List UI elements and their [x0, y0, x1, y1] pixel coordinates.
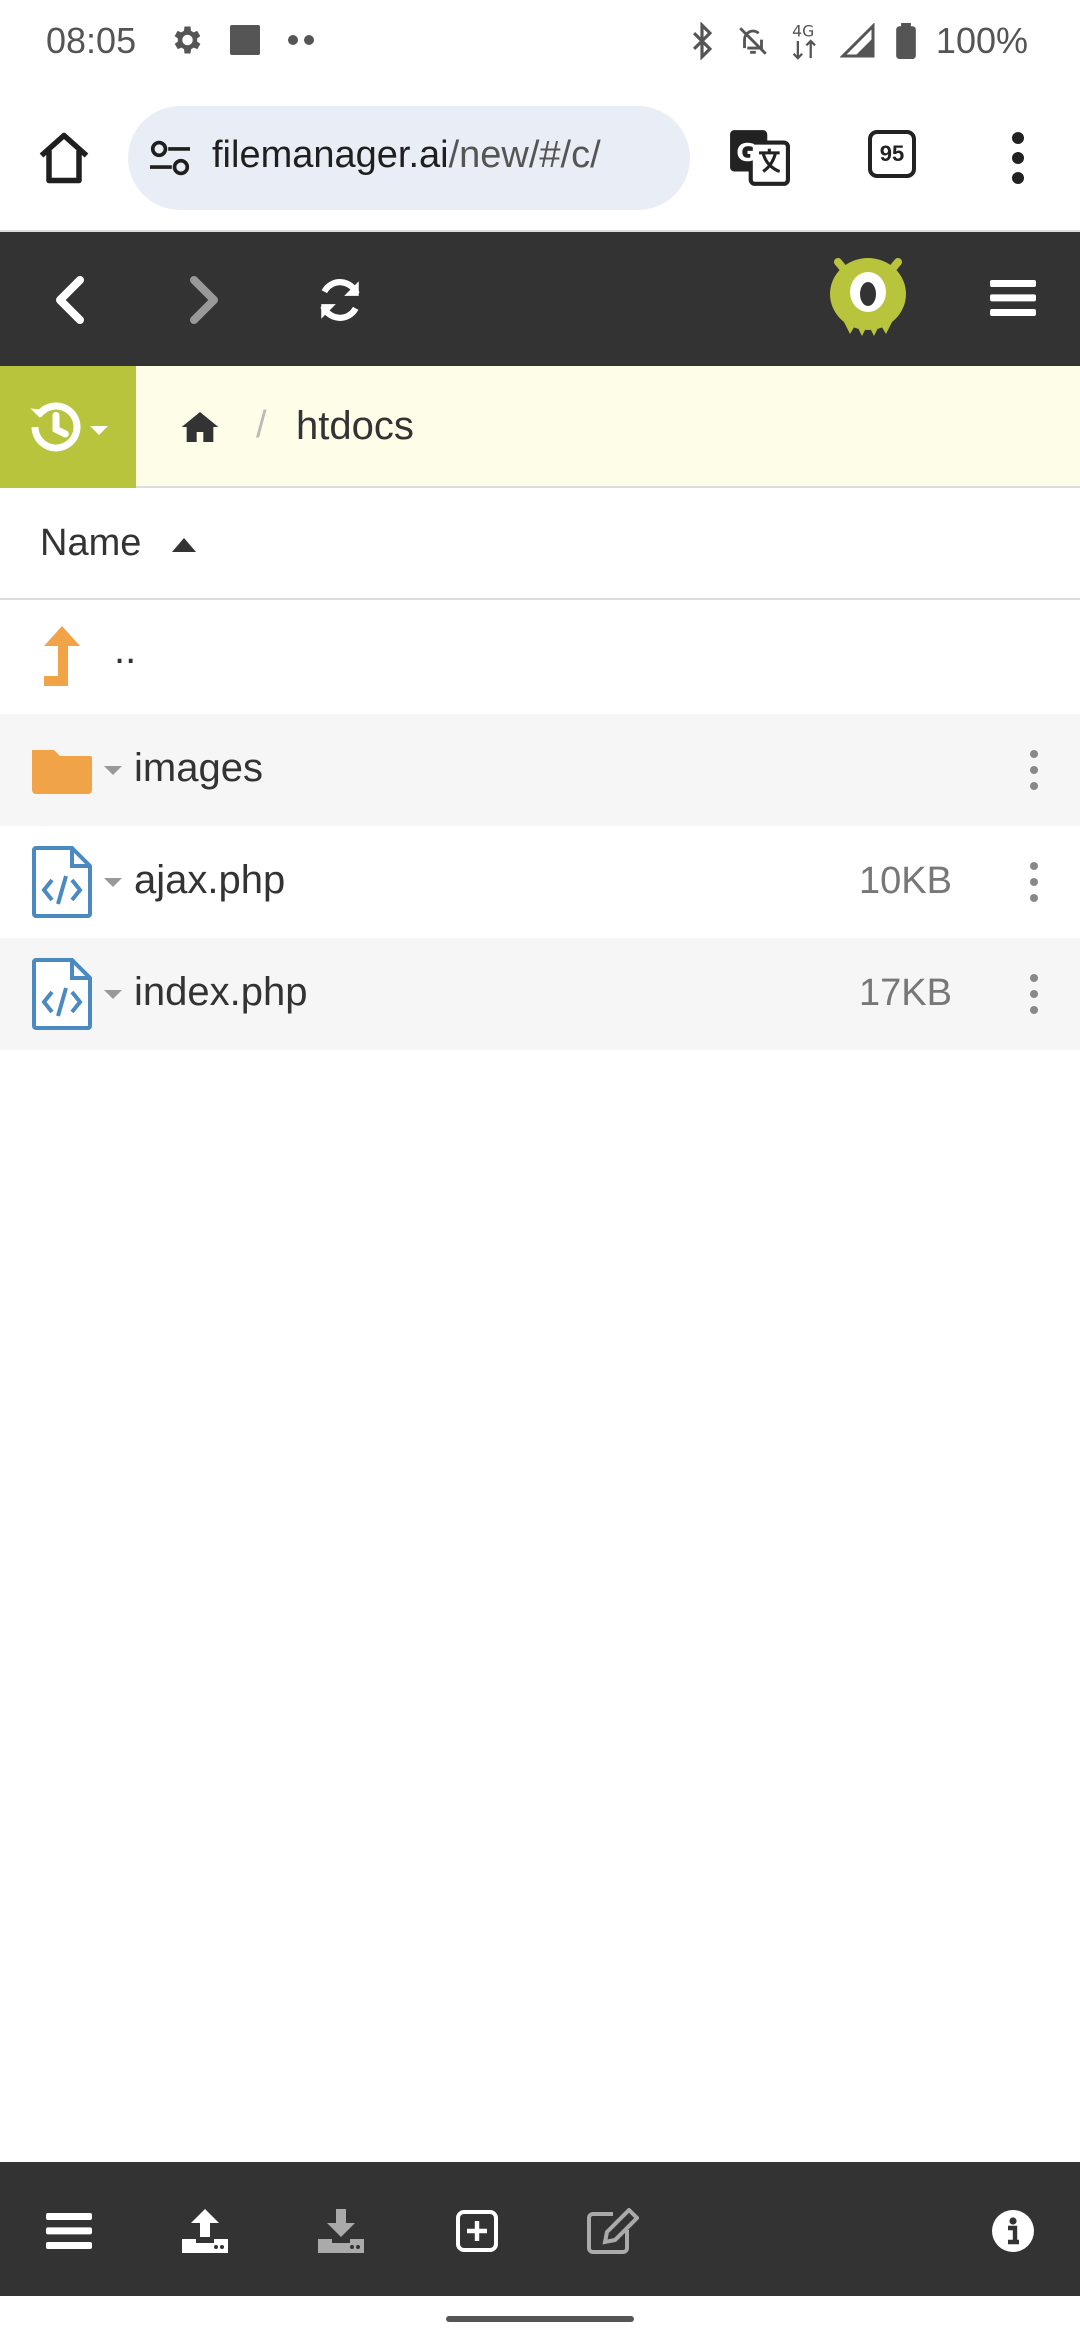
status-notification-icons: [168, 22, 316, 58]
signal-icon: [839, 23, 875, 58]
bottom-toolbar: [0, 2162, 1080, 2296]
item-menu-caret-icon[interactable]: [104, 766, 122, 775]
history-button[interactable]: [0, 366, 136, 488]
list-item-ajax-php[interactable]: ajax.php 10KB: [0, 826, 1080, 938]
row-actions-icon[interactable]: [1028, 862, 1040, 902]
file-name: index.php: [134, 970, 308, 1014]
forward-icon: [190, 276, 218, 324]
gesture-bar[interactable]: [446, 2316, 634, 2322]
file-name: ajax.php: [134, 858, 286, 902]
file-size: 17KB: [859, 972, 952, 1014]
monster-logo[interactable]: [826, 250, 910, 346]
new-file-icon: [456, 2210, 498, 2252]
row-actions-icon[interactable]: [1028, 974, 1040, 1014]
breadcrumb: / htdocs: [0, 366, 1080, 488]
svg-text:G: G: [736, 138, 756, 167]
more-dots-icon: [288, 35, 314, 45]
edit-button[interactable]: [584, 2202, 642, 2260]
upload-button[interactable]: [176, 2202, 234, 2260]
home-crumb-icon[interactable]: [180, 410, 220, 444]
download-icon: [318, 2209, 364, 2253]
sort-ascending-icon: [172, 538, 196, 552]
folder-icon: [32, 750, 92, 794]
battery-icon: [896, 23, 916, 59]
list-item-images[interactable]: images: [0, 714, 1080, 826]
site-settings-icon[interactable]: [148, 138, 192, 178]
list-item-index-php[interactable]: index.php 17KB: [0, 938, 1080, 1050]
menu-icon: [46, 2213, 92, 2249]
home-icon[interactable]: [34, 128, 94, 188]
stop-icon: [230, 25, 260, 55]
back-icon: [56, 276, 84, 324]
breadcrumb-separator: /: [256, 404, 267, 446]
code-file-icon: [32, 958, 92, 1030]
notifications-off-icon: [739, 27, 767, 55]
back-button[interactable]: [38, 268, 102, 332]
tab-switcher-button[interactable]: 95: [868, 130, 916, 178]
url-path: /new/#/c/: [448, 134, 601, 176]
code-file-icon: [32, 846, 92, 918]
network-4g-icon: 4G: [792, 22, 816, 60]
status-system-icons: 4G 100%: [688, 20, 1028, 62]
file-name: images: [134, 746, 263, 790]
refresh-button[interactable]: [308, 268, 372, 332]
chevron-down-icon: [90, 425, 108, 435]
list-header: Name: [0, 488, 1080, 600]
download-button[interactable]: [312, 2202, 370, 2260]
parent-folder-icon: [44, 626, 80, 686]
menu-button[interactable]: [40, 2202, 98, 2260]
bluetooth-icon: [692, 22, 713, 60]
url-host: filemanager.ai: [212, 134, 449, 176]
refresh-icon: [320, 279, 360, 321]
network-label: 4G: [792, 22, 814, 41]
file-size: 10KB: [859, 860, 952, 902]
hamburger-icon[interactable]: [990, 278, 1036, 318]
translate-icon[interactable]: G: [728, 126, 790, 188]
history-icon: [30, 402, 81, 452]
status-bar: 08:05 4G 100%: [0, 0, 1080, 84]
battery-percent: 100%: [935, 20, 1028, 61]
edit-icon: [587, 2208, 639, 2254]
url-text[interactable]: filemanager.ai/new/#/c/: [212, 134, 601, 177]
file-name: ..: [114, 628, 137, 672]
status-time: 08:05: [46, 20, 137, 61]
info-icon: [992, 2210, 1034, 2252]
upload-icon: [182, 2209, 228, 2253]
settings-icon: [174, 26, 201, 54]
browser-menu-icon[interactable]: [1008, 130, 1028, 186]
info-button[interactable]: [984, 2202, 1042, 2260]
address-bar[interactable]: filemanager.ai/new/#/c/: [128, 106, 690, 210]
breadcrumb-current[interactable]: htdocs: [296, 404, 414, 449]
sort-by-name[interactable]: Name: [40, 522, 141, 565]
item-menu-caret-icon[interactable]: [104, 990, 122, 999]
list-item-parent[interactable]: ..: [0, 602, 1080, 714]
new-file-button[interactable]: [448, 2202, 506, 2260]
browser-toolbar: filemanager.ai/new/#/c/ G 95: [0, 84, 1080, 232]
item-menu-caret-icon[interactable]: [104, 878, 122, 887]
app-toolbar: [0, 232, 1080, 366]
row-actions-icon[interactable]: [1028, 750, 1040, 790]
forward-button[interactable]: [172, 268, 236, 332]
